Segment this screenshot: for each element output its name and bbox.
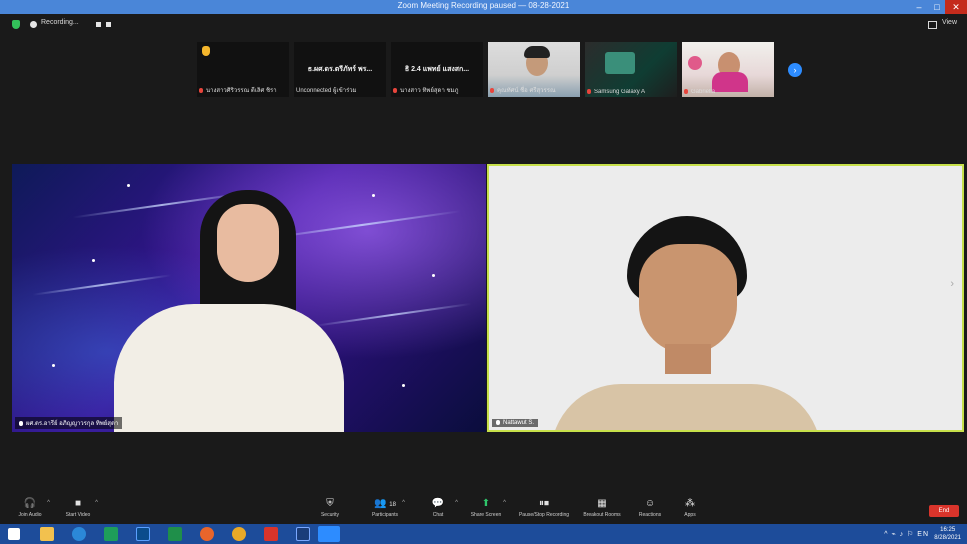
participant-name: Samsung Galaxy A [594,89,646,95]
minimize-button[interactable]: – [911,0,927,14]
record-controls-icon: ⏸⏹ [539,498,549,509]
firefox-icon[interactable] [200,527,214,541]
windows-start-icon[interactable] [8,528,20,540]
chevron-up-icon[interactable]: ^ [95,500,98,506]
clock-date: 8/28/2021 [934,535,961,541]
close-button[interactable]: ✕ [945,0,967,14]
participant-thumbnail[interactable]: นางสาวศิริวรรณ ดีเลิศ ชิรา [197,42,289,97]
next-page-button[interactable]: › [788,63,802,77]
presenter-face [217,204,279,282]
video-icon: ■ [74,498,82,509]
participant-display-name: ธ.ผศ.ดร.ตรีภัทร์ พร... [307,66,373,73]
speaker-body [551,384,821,430]
participant-count: 18 [389,502,396,508]
stop-recording-icon[interactable] [106,22,111,27]
participant-name: นางสาวศิริวรรณ ดีเลิศ ชิรา [206,88,277,94]
photoshop-icon[interactable] [136,527,150,541]
participant-name: Unconnected ผู้เข้าร่วม [296,88,357,94]
speaker-face [639,244,737,354]
chevron-right-icon[interactable]: › [950,278,954,290]
muted-mic-icon [199,88,203,93]
window-title: Zoom Meeting Recording paused — 08-28-20… [397,1,570,10]
chevron-up-icon[interactable]: ^ [503,500,506,506]
view-button[interactable]: View [942,19,957,26]
pause-recording-icon[interactable] [96,22,101,27]
zoom-taskbar-icon[interactable] [318,526,340,542]
share-screen-button[interactable]: ⬆ Share Screen ^ [456,498,516,519]
recording-label: Recording... [41,19,79,26]
excel-icon[interactable] [168,527,182,541]
video-tile-name: Nattawut S. [503,420,535,426]
participant-thumbnail[interactable]: คุณทัศน์ ชื่อ ศรีสุวรรณ [488,42,580,97]
chevron-up-icon[interactable]: ^ [402,500,405,506]
start-video-button[interactable]: ■ Start Video ^ [48,498,108,519]
end-meeting-button[interactable]: End [929,505,959,517]
view-grid-icon[interactable] [928,21,937,29]
raised-hand-icon [202,46,210,56]
system-tray[interactable]: ^ ⌁ ♪ ⚐ EN [884,530,929,538]
file-explorer-icon[interactable] [40,527,54,541]
muted-mic-icon [490,88,494,93]
video-tile-active-speaker[interactable]: › Nattawut S. [487,164,964,432]
participant-thumbnail[interactable]: ธ.ผศ.ดร.ตรีภัทร์ พร... Unconnected ผู้เข… [294,42,386,97]
taskbar-clock[interactable]: 16:25 8/28/2021 [934,526,961,542]
meeting-controls-toolbar: 🎧 Join Audio ^ ■ Start Video ^ ⛨ Securit… [0,497,967,523]
participant-thumbnail[interactable]: ธิ 2.4 แพทย์ แสงสก... นางสาว ทิพย์สุดา ช… [391,42,483,97]
muted-mic-icon [684,89,688,94]
meeting-top-bar: Recording... View [0,14,967,36]
apps-button[interactable]: ⁂ Apps [660,498,720,519]
participant-name: คุณทัศน์ ชื่อ ศรีสุวรรณ [497,88,556,94]
participants-icon: 👥 [374,498,387,509]
muted-mic-icon [587,89,591,94]
participant-name: Gabriella [691,89,716,95]
window-title-bar: Zoom Meeting Recording paused — 08-28-20… [0,0,967,14]
pause-stop-recording-button[interactable]: ⏸⏹ Pause/Stop Recording [514,498,574,519]
share-screen-icon: ⬆ [481,498,491,509]
edge-browser-icon[interactable] [72,527,86,541]
chrome-icon[interactable] [232,527,246,541]
participants-button[interactable]: 👥 18 Participants ^ [355,498,415,519]
recording-indicator-icon [30,21,37,28]
windows-taskbar: ^ ⌁ ♪ ⚐ EN 16:25 8/28/2021 [0,524,967,544]
participant-name: นางสาว ทิพย์สุดา ชมภู [400,88,459,94]
security-button[interactable]: ⛨ Security [300,498,360,519]
presenter-body [114,304,344,432]
shield-icon: ⛨ [326,498,334,509]
participant-thumbnail[interactable]: Samsung Galaxy A [585,42,677,97]
clock-time: 16:25 [940,527,956,533]
participant-thumbnail[interactable]: Gabriella [682,42,774,97]
maximize-button[interactable]: □ [929,0,945,14]
mic-icon [496,420,500,425]
participant-display-name: ธิ 2.4 แพทย์ แสงสก... [404,66,470,73]
store-icon[interactable] [104,527,118,541]
powerpoint-icon[interactable] [264,527,278,541]
security-shield-icon[interactable] [12,20,20,29]
participant-video [605,52,635,74]
muted-mic-icon [393,88,397,93]
video-tile-host[interactable]: ผศ.ดร.อารีย์ อภิญญาวรกุล ทิพย์สุดา [12,164,486,432]
video-tile-name: ผศ.ดร.อารีย์ อภิญญาวรกุล ทิพย์สุดา [26,421,119,427]
mic-icon [19,421,23,426]
app-icon[interactable] [296,527,310,541]
apps-icon: ⁂ [685,498,695,509]
